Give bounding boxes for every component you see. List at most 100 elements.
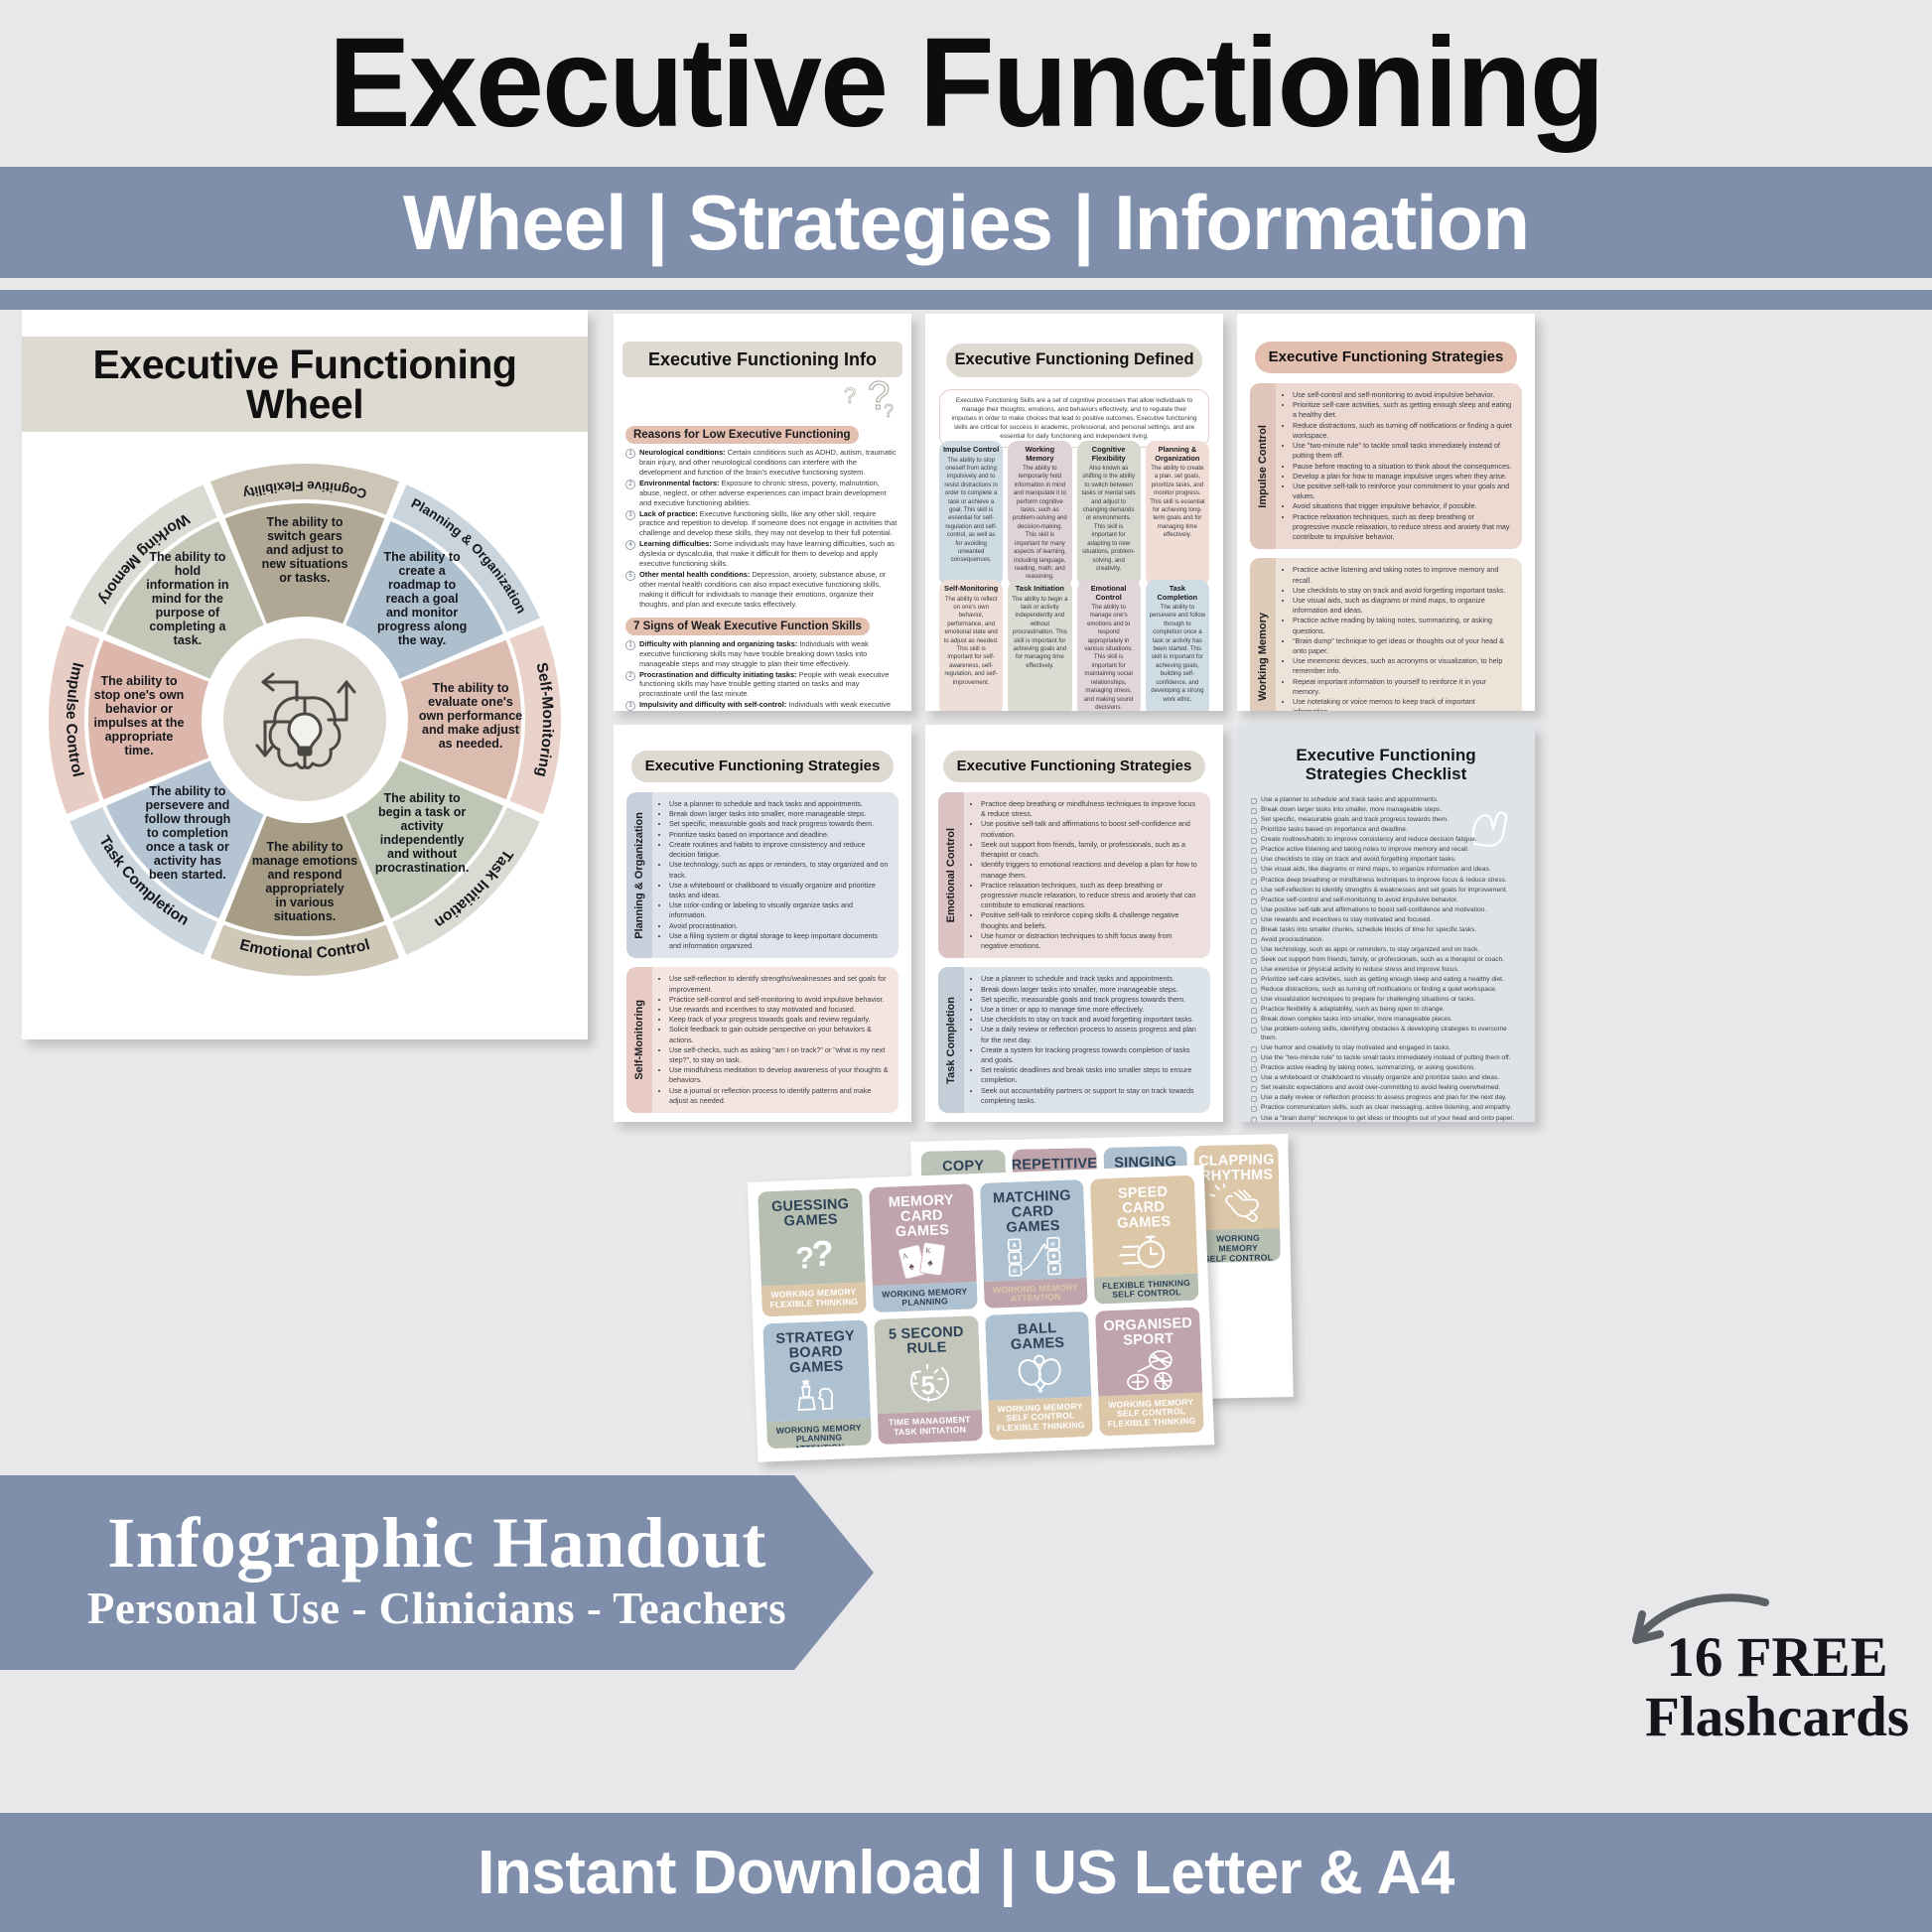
strategies-sheet-3[interactable]: Executive Functioning Strategies Emotion… — [925, 725, 1223, 1122]
strategies-sheet-2[interactable]: Executive Functioning Strategies Plannin… — [614, 725, 911, 1122]
flashcard-top: MEMORY CARD GAMES A ♠ K ♠ — [868, 1183, 977, 1286]
checkbox-icon[interactable] — [1251, 1076, 1257, 1083]
checklist-item[interactable]: Break down larger tasks into smaller, mo… — [1251, 806, 1521, 815]
defined-card[interactable]: Impulse Control The ability to stop onese… — [939, 441, 1004, 587]
defined-card[interactable]: Emotional Control The ability to manage o… — [1076, 580, 1141, 711]
checklist-item[interactable]: Practice active reading by taking notes,… — [1251, 1064, 1521, 1073]
checkbox-icon[interactable] — [1251, 828, 1257, 835]
checkbox-icon[interactable] — [1251, 1096, 1257, 1103]
list-item: 5 Other mental health conditions: Depress… — [625, 570, 899, 610]
checklist-item[interactable]: Reduce distractions, such as turning off… — [1251, 986, 1521, 995]
defined-card[interactable]: Planning & Organization The ability to cr… — [1145, 441, 1209, 587]
flashcard[interactable]: ORGANISED SPORT WORKING MEMORY SELF CONTRO… — [1095, 1307, 1204, 1437]
checkbox-icon[interactable] — [1251, 848, 1257, 855]
flashcards-sheet-front[interactable]: GUESSING GAMES?? WORKING MEMORY FLEXIBLE T… — [747, 1165, 1215, 1462]
checklist-item[interactable]: Use positive self-talk and affirmations … — [1251, 906, 1521, 915]
strategy-block[interactable]: Task Completion Use a planner to schedule… — [938, 967, 1210, 1114]
checklist-item[interactable]: Prioritize self-care activities, such as… — [1251, 976, 1521, 985]
checklist-item[interactable]: Create routines/habits to improve consis… — [1251, 836, 1521, 845]
checkbox-icon[interactable] — [1251, 1018, 1257, 1025]
checklist-item[interactable]: Practice communication skills, such as c… — [1251, 1104, 1521, 1113]
flashcard[interactable]: 5 SECOND RULE 5 TIME MANAGMENT TASK INITIAT… — [873, 1315, 983, 1446]
flashcard[interactable]: MATCHING CARD GAMES ✳ ✳ WORKING MEMORY ATTEN… — [979, 1178, 1088, 1309]
checklist-item[interactable]: Use visualization techniques to prepare … — [1251, 996, 1521, 1005]
flashcard[interactable]: SPEED CARD GAMES FLEXIBLE THINKING SELF CO… — [1090, 1174, 1199, 1305]
defined-sheet[interactable]: Executive Functioning Defined Executive … — [925, 314, 1223, 711]
checklist-item[interactable]: Use visual aids, like diagrams or mind m… — [1251, 866, 1521, 875]
checkbox-icon[interactable] — [1251, 968, 1257, 975]
checkbox-icon[interactable] — [1251, 888, 1257, 895]
checklist-item[interactable]: Use a "brain dump" technique to get idea… — [1251, 1115, 1521, 1122]
checkbox-icon[interactable] — [1251, 858, 1257, 865]
checklist-item[interactable]: Set specific, measurable goals and track… — [1251, 816, 1521, 825]
checkbox-icon[interactable] — [1251, 1028, 1257, 1035]
checkbox-icon[interactable] — [1251, 1056, 1257, 1063]
flashcard[interactable]: MEMORY CARD GAMES A ♠ K ♠ WORKING MEMORY PLANN… — [868, 1183, 978, 1313]
checkbox-icon[interactable] — [1251, 878, 1257, 885]
checkbox-icon[interactable] — [1251, 818, 1257, 825]
checkbox-icon[interactable] — [1251, 978, 1257, 985]
checkbox-icon[interactable] — [1251, 868, 1257, 875]
defined-card[interactable]: Self-Monitoring The ability to reflect on… — [939, 580, 1004, 711]
checkbox-icon[interactable] — [1251, 1046, 1257, 1053]
checklist-item[interactable]: Prioritize tasks based on importance and… — [1251, 826, 1521, 835]
checklist-item[interactable]: Practice deep breathing or mindfulness t… — [1251, 877, 1521, 886]
strategy-block[interactable]: Self-Monitoring Use self-reflection to id… — [626, 967, 898, 1114]
checkbox-icon[interactable] — [1251, 808, 1257, 815]
checklist-item[interactable]: Use exercise or physical activity to red… — [1251, 966, 1521, 975]
defined-card[interactable]: Task Completion The ability to persevere … — [1145, 580, 1209, 711]
checklist-item[interactable]: Use a whiteboard or chalkboard to visual… — [1251, 1074, 1521, 1083]
defined-card[interactable]: Cognitive Flexibility Also known as shift… — [1076, 441, 1141, 587]
checklist-item[interactable]: Set realistic expectations and avoid ove… — [1251, 1084, 1521, 1093]
checklist-item[interactable]: Use rewards and incentives to stay motiv… — [1251, 916, 1521, 925]
flashcard[interactable]: BALL GAMES WORKING MEMORY SELF CONTROL FLEX… — [984, 1311, 1094, 1441]
checkbox-icon[interactable] — [1251, 998, 1257, 1005]
flashcard[interactable]: CLAPPING RHYTHMS WORKING MEMORY SELF CONTR… — [1193, 1144, 1281, 1264]
checkbox-icon[interactable] — [1251, 838, 1257, 845]
checklist-item[interactable]: Avoid procrastination. — [1251, 936, 1521, 945]
checklist-item[interactable]: Use a planner to schedule and track task… — [1251, 796, 1521, 805]
checkbox-icon[interactable] — [1251, 1066, 1257, 1073]
wheel-diagram[interactable]: Impulse Control The ability to stop one's … — [42, 457, 568, 983]
checkbox-icon[interactable] — [1251, 1106, 1257, 1113]
defined-card-title: Cognitive Flexibility — [1091, 445, 1126, 463]
flashcard[interactable]: STRATEGY BOARD GAMES WORKING MEMORY PLANNI… — [762, 1319, 872, 1449]
checklist-item[interactable]: Break down complex tasks into smaller, m… — [1251, 1016, 1521, 1025]
checkbox-icon[interactable] — [1251, 1008, 1257, 1015]
checkbox-icon[interactable] — [1251, 937, 1257, 944]
checklist-item[interactable]: Use problem-solving skills, identifying … — [1251, 1026, 1521, 1042]
flashcard[interactable]: GUESSING GAMES?? WORKING MEMORY FLEXIBLE T… — [758, 1187, 867, 1317]
checklist-item[interactable]: Use checklists to stay on track and avoi… — [1251, 856, 1521, 865]
checkbox-icon[interactable] — [1251, 927, 1257, 934]
strategy-block[interactable]: Working Memory Practice active listening … — [1250, 558, 1522, 711]
info-sheet[interactable]: Executive Functioning Info ? ? ? Reasons… — [614, 314, 911, 711]
checkbox-icon[interactable] — [1251, 897, 1257, 904]
checklist-item[interactable]: Practice active listening and taking not… — [1251, 846, 1521, 855]
checklist-item[interactable]: Use self-reflection to identify strength… — [1251, 887, 1521, 896]
checkbox-icon[interactable] — [1251, 988, 1257, 995]
checklist-item[interactable]: Practice flexibility & adaptability, suc… — [1251, 1006, 1521, 1015]
strategy-block[interactable]: Impulse Control Use self-control and self… — [1250, 383, 1522, 550]
checklist-item[interactable]: Seek out support from friends, family, o… — [1251, 956, 1521, 965]
strategy-block[interactable]: Emotional Control Practice deep breathing… — [938, 792, 1210, 959]
checkbox-icon[interactable] — [1251, 1086, 1257, 1093]
checklist-item[interactable]: Break tasks into smaller chunks, schedul… — [1251, 926, 1521, 935]
defined-card-body: The ability to reflect on one's own beha… — [943, 595, 999, 686]
strategy-block[interactable]: Planning & Organization Use a planner to … — [626, 792, 898, 959]
checklist-item[interactable]: Use technology, such as apps or reminder… — [1251, 946, 1521, 955]
defined-card[interactable]: Task Initiation The ability to begin a ta… — [1008, 580, 1072, 711]
checkbox-icon[interactable] — [1251, 798, 1257, 804]
checklist-item[interactable]: Use a daily review or reflection process… — [1251, 1094, 1521, 1103]
checkbox-icon[interactable] — [1251, 947, 1257, 954]
checkbox-icon[interactable] — [1251, 1116, 1257, 1122]
checkbox-icon[interactable] — [1251, 917, 1257, 924]
checklist-sheet[interactable]: Executive Functioning Strategies Checkli… — [1237, 725, 1535, 1122]
defined-card[interactable]: Working Memory The ability to temporarily… — [1008, 441, 1072, 587]
checklist-item[interactable]: Practice self-control and self-monitorin… — [1251, 897, 1521, 905]
strategies-sheet-1[interactable]: Executive Functioning Strategies Impulse… — [1237, 314, 1535, 711]
checklist-item[interactable]: Use humor and creativity to stay motivat… — [1251, 1044, 1521, 1053]
checkbox-icon[interactable] — [1251, 907, 1257, 914]
checklist-item[interactable]: Use the "two-minute rule" to tackle smal… — [1251, 1054, 1521, 1063]
checkbox-icon[interactable] — [1251, 958, 1257, 964]
wheel-sheet[interactable]: Executive Functioning Wheel Impulse Cont… — [22, 310, 588, 1039]
